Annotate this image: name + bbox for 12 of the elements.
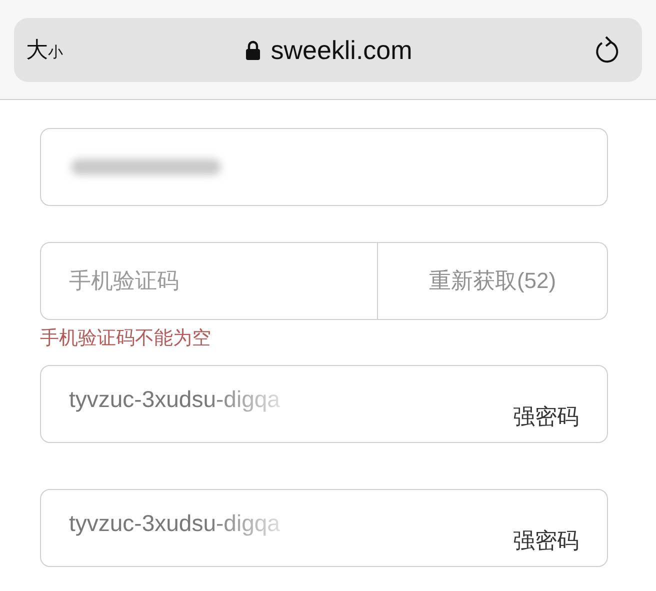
code-input[interactable]: 手机验证码 [40,242,378,320]
error-message: 手机验证码不能为空 [40,328,211,350]
strong-password-label: 强密码 [513,403,579,431]
url-text[interactable]: sweekli.com [270,34,412,66]
password-value: tyvzuc-3xudsu-digqa [69,386,280,412]
phone-field[interactable] [40,128,608,206]
password-field[interactable]: tyvzuc-3xudsu-digqa 强密码 [40,365,608,443]
text-size-button[interactable]: 大小 [26,35,63,65]
password-value: tyvzuc-3xudsu-digqa [69,510,280,536]
password-field[interactable]: tyvzuc-3xudsu-digqa 强密码 [40,489,608,567]
reload-icon[interactable] [594,35,620,65]
strong-password-label: 强密码 [513,527,579,555]
